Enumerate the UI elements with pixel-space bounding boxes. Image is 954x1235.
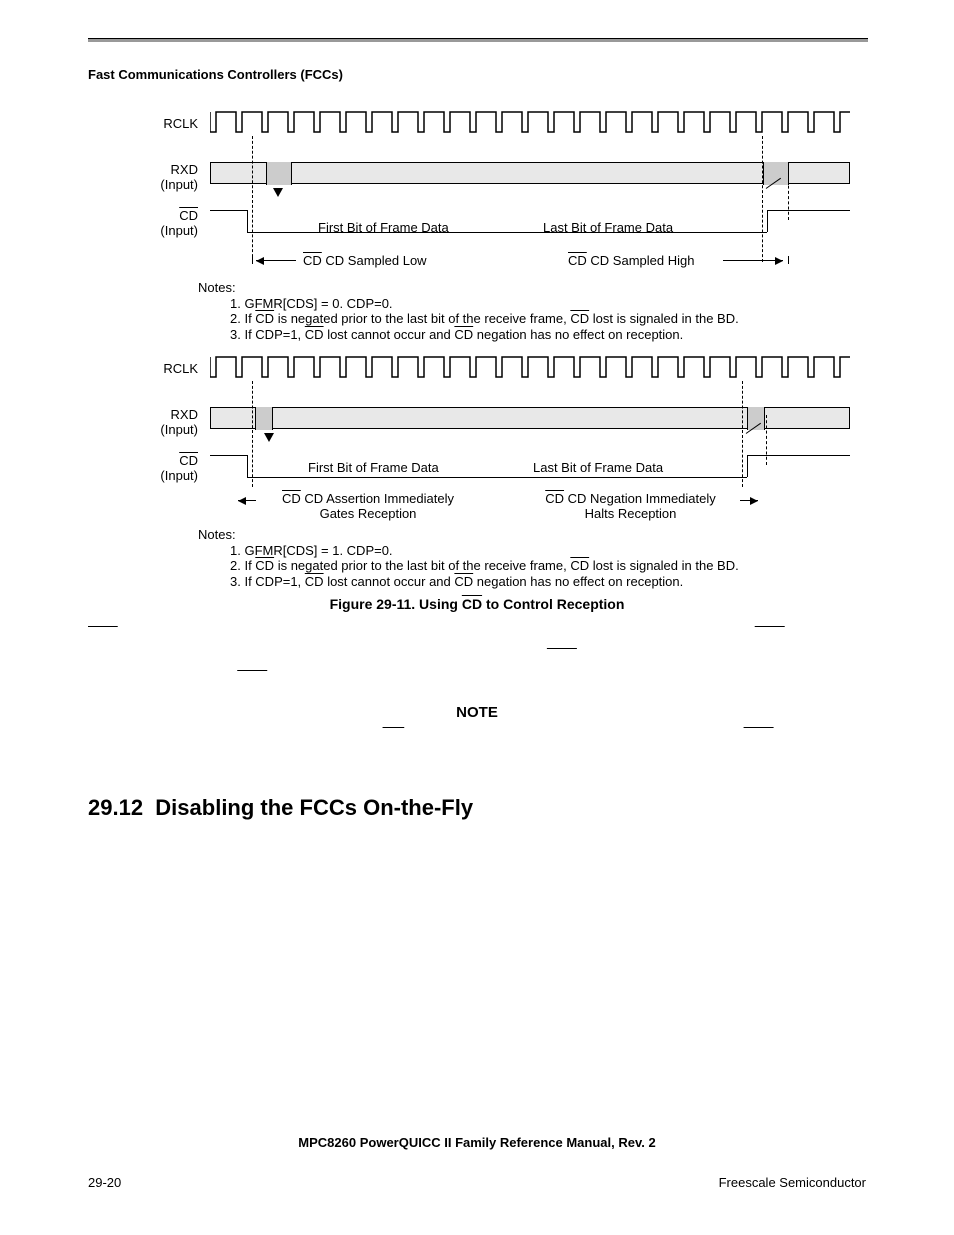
body-para-2: FCCs can be disabled and enabled on-the-… bbox=[88, 835, 866, 922]
cd-fall bbox=[247, 210, 248, 232]
label-rclk: RCLK bbox=[138, 361, 198, 376]
lab-sampled-high: CD CD Sampled High bbox=[568, 253, 694, 268]
vdash-r2 bbox=[788, 170, 789, 220]
section-heading: 29.12 Disabling the FCCs On-the-Fly bbox=[88, 795, 473, 821]
lab-assert: CD CD Assertion Immediately Gates Recept… bbox=[263, 491, 473, 521]
label-cd-bar: CD bbox=[138, 453, 198, 468]
cd-high-left bbox=[210, 210, 247, 211]
note-body: The receiver samples CD on the falling R… bbox=[235, 726, 784, 770]
lab-first-bit-2: First Bit of Frame Data bbox=[308, 460, 439, 475]
figure-caption: Figure 29-11. Using CD to Control Recept… bbox=[0, 596, 954, 612]
label-input2: (Input) bbox=[138, 223, 198, 238]
label-cd-bar: CD bbox=[138, 208, 198, 223]
label-rclk: RCLK bbox=[138, 116, 198, 131]
rclk-waveform bbox=[210, 110, 850, 134]
top-rule bbox=[88, 38, 868, 42]
running-header: Fast Communications Controllers (FCCs) bbox=[88, 67, 343, 82]
arrow-sampled-high bbox=[723, 260, 783, 261]
arrow-sampled-low bbox=[256, 260, 296, 261]
vdash-l bbox=[252, 136, 253, 262]
lab-last-bit: Last Bit of Frame Data bbox=[543, 220, 673, 235]
tri-first bbox=[273, 188, 283, 197]
footer-manual-title: MPC8260 PowerQUICC II Family Reference M… bbox=[0, 1135, 954, 1150]
lab-last-bit-2: Last Bit of Frame Data bbox=[533, 460, 663, 475]
label-input1: (Input) bbox=[138, 422, 198, 437]
label-rxd: RXD bbox=[138, 407, 198, 422]
label-input2: (Input) bbox=[138, 468, 198, 483]
lab-negate: CD CD Negation Immediately Halts Recepti… bbox=[523, 491, 738, 521]
footer-company: Freescale Semiconductor bbox=[719, 1175, 866, 1190]
notes-2: Notes: 1. GFMR[CDS] = 1. CDP=0. 2. If CD… bbox=[198, 527, 868, 589]
rclk-waveform-2 bbox=[210, 355, 850, 379]
footer-page-number: 29-20 bbox=[88, 1175, 121, 1190]
body-para-1: RTS is negated as soon as the last bit o… bbox=[88, 625, 866, 690]
slant-last bbox=[766, 188, 780, 202]
cd-high-right bbox=[767, 210, 850, 211]
label-input1: (Input) bbox=[138, 177, 198, 192]
note-heading: NOTE bbox=[0, 704, 954, 721]
rxd-bar bbox=[210, 162, 850, 184]
label-rxd: RXD bbox=[138, 162, 198, 177]
lab-first-bit: First Bit of Frame Data bbox=[318, 220, 449, 235]
cd-rise bbox=[767, 210, 768, 232]
notes-1: Notes: 1. GFMR[CDS] = 0. CDP=0. 2. If CD… bbox=[198, 280, 868, 342]
lab-sampled-low: CD CD Sampled Low bbox=[303, 253, 427, 268]
vdash-r bbox=[762, 136, 763, 262]
